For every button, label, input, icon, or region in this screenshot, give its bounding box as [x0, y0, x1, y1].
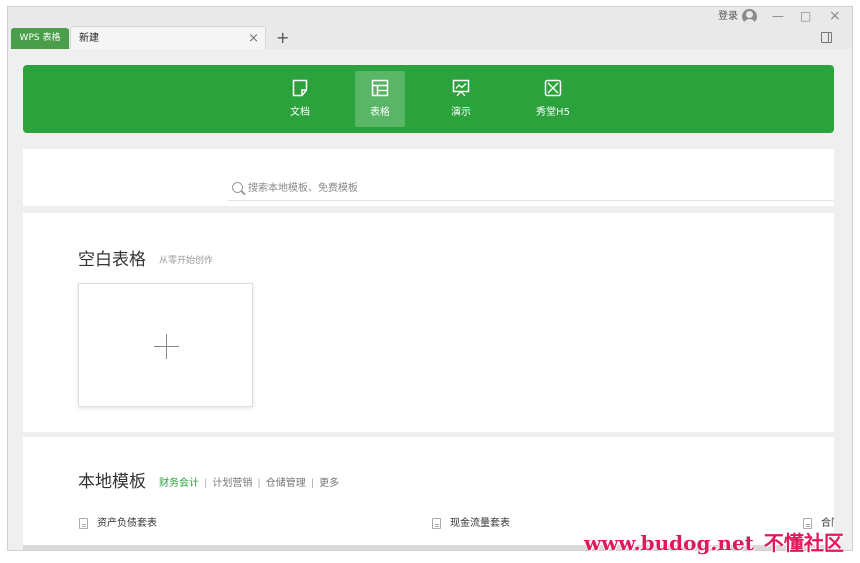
tab-marketing[interactable]: 计划营销 — [212, 478, 252, 489]
close-window-button[interactable]: × — [829, 7, 841, 25]
document-tab-label: 新建 — [79, 33, 99, 44]
maximize-button[interactable]: □ — [800, 7, 811, 25]
sidebar-toggle-icon[interactable] — [821, 32, 832, 43]
title-bar: WPS 表格 新建 × + 登录 — □ × — [8, 7, 852, 49]
template-item[interactable]: 现金流量套表 — [432, 517, 510, 531]
close-tab-icon[interactable]: × — [248, 27, 259, 50]
nav-item-document[interactable]: 文档 — [275, 71, 325, 127]
nav-item-label: 秀堂H5 — [536, 107, 570, 118]
template-item-label: 资产负债套表 — [97, 518, 157, 529]
watermark-url: www.budog.net — [584, 531, 754, 555]
blank-spreadsheet-panel: 空白表格 从零开始创作 — [23, 213, 834, 432]
nav-item-table[interactable]: 表格 — [355, 71, 405, 127]
blank-section-title: 空白表格 — [78, 250, 146, 270]
minimize-button[interactable]: — — [772, 7, 784, 25]
site-watermark: www.budog.net 不懂社区 — [584, 529, 844, 557]
nav-item-label: 演示 — [451, 107, 471, 118]
login-link[interactable]: 登录 — [718, 10, 738, 24]
image-icon — [544, 79, 562, 97]
file-icon — [432, 518, 441, 529]
nav-item-presentation[interactable]: 演示 — [436, 71, 486, 127]
new-tab-button[interactable]: + — [276, 27, 289, 49]
file-icon — [803, 518, 812, 529]
nav-item-h5[interactable]: 秀堂H5 — [525, 71, 581, 127]
app-window: WPS 表格 新建 × + 登录 — □ × 文档 表格 演示 秀堂H5 搜索本… — [7, 6, 853, 551]
tab-more[interactable]: 更多 — [319, 478, 339, 489]
new-document-type-bar: 文档 表格 演示 秀堂H5 — [23, 65, 834, 133]
watermark-text: 不懂社区 — [763, 531, 844, 555]
template-item-label: 合同 — [821, 518, 834, 529]
user-icon[interactable] — [742, 9, 757, 24]
presentation-icon — [452, 79, 470, 97]
template-item[interactable]: 资产负债套表 — [79, 517, 157, 531]
search-icon — [232, 182, 243, 193]
document-icon — [292, 79, 308, 97]
template-category-tabs: 财务会计 | 计划营销 | 仓储管理 | 更多 — [159, 478, 340, 489]
template-item-label: 现金流量套表 — [450, 518, 510, 529]
table-icon — [371, 79, 389, 97]
nav-item-label: 表格 — [370, 107, 390, 118]
app-tab[interactable]: WPS 表格 — [11, 28, 69, 49]
document-tab[interactable]: 新建 × — [70, 26, 266, 49]
local-section-title: 本地模板 — [78, 472, 146, 492]
file-icon — [79, 518, 88, 529]
blank-section-subtitle: 从零开始创作 — [159, 256, 214, 266]
nav-item-label: 文档 — [290, 107, 310, 118]
tab-warehouse[interactable]: 仓储管理 — [266, 478, 306, 489]
search-input[interactable] — [248, 180, 808, 196]
new-blank-spreadsheet-card[interactable] — [78, 283, 253, 407]
search-panel — [23, 149, 834, 206]
plus-icon — [154, 334, 179, 359]
tab-finance[interactable]: 财务会计 — [159, 478, 199, 489]
template-search[interactable] — [228, 177, 834, 201]
